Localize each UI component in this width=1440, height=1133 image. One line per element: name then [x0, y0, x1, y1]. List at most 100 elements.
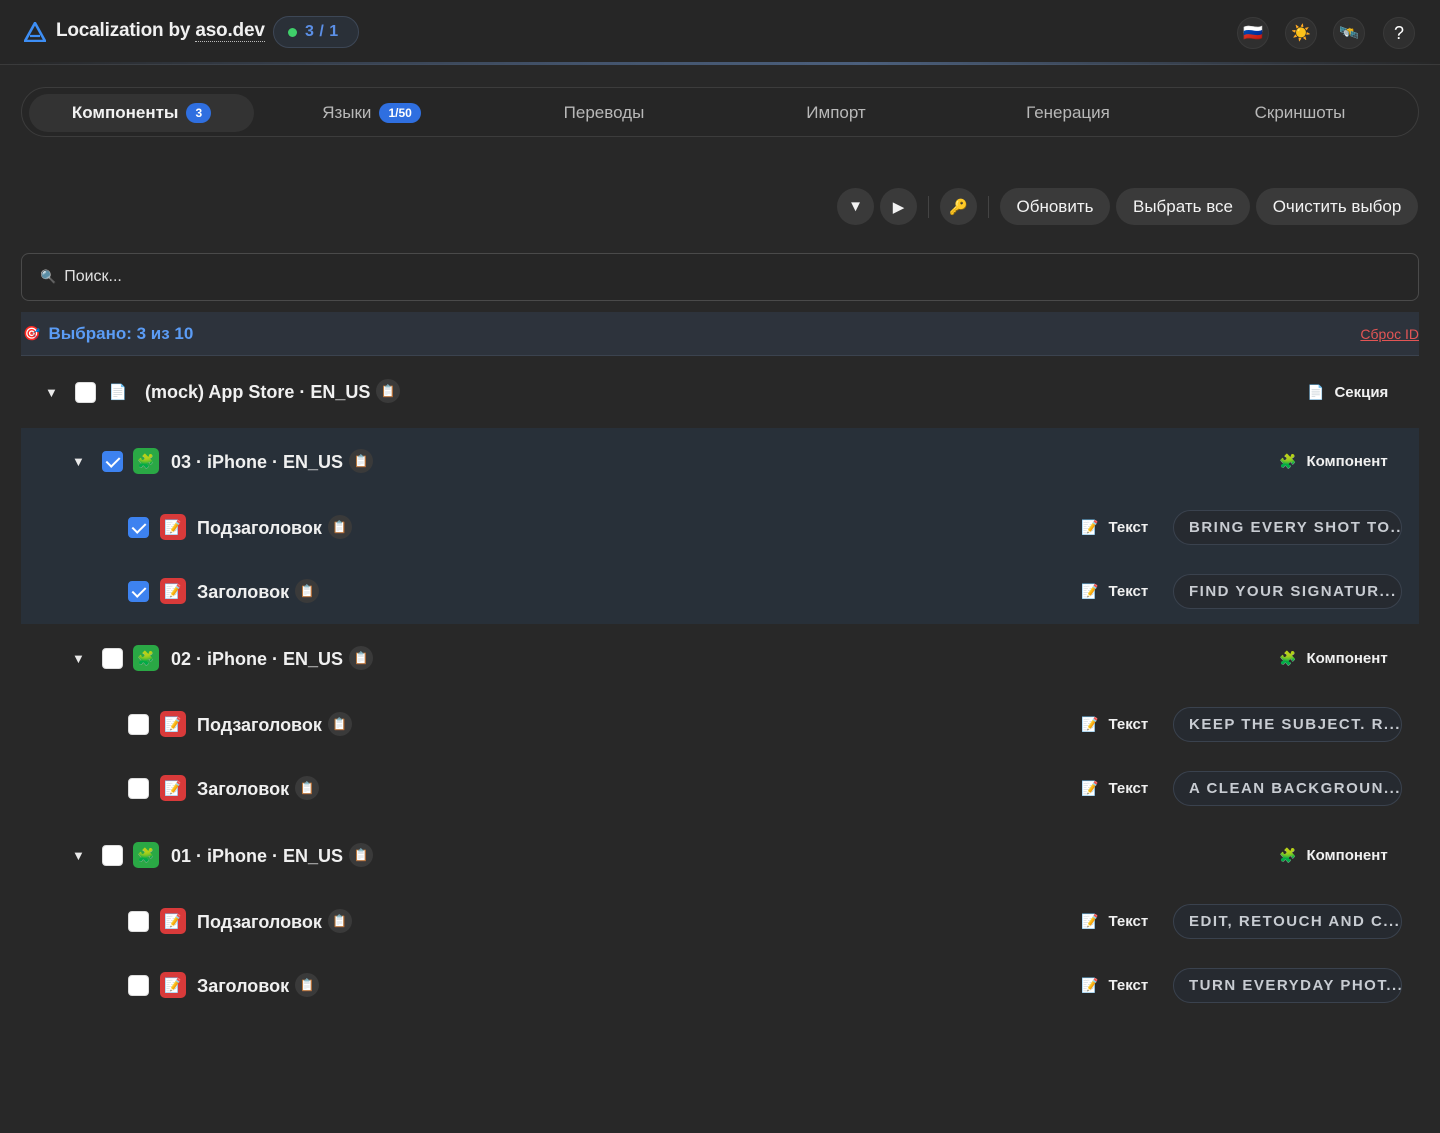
tree-component-row[interactable]: ▼ 🧩 03 · iPhone · EN_US 📋 🧩 Компонент	[21, 429, 1419, 493]
value-preview[interactable]: TURN EVERYDAY PHOT...	[1173, 968, 1402, 1003]
search-input[interactable]	[64, 268, 1265, 286]
component-checkbox[interactable]	[102, 451, 123, 472]
item-checkbox[interactable]	[128, 517, 149, 538]
tab-translations[interactable]: Переводы	[489, 94, 719, 132]
select-all-button[interactable]: Выбрать все	[1116, 188, 1250, 225]
selection-count: Выбрано: 3 из 10	[48, 323, 194, 343]
type-label: 🧩 Компонент	[1279, 847, 1388, 864]
status-counter[interactable]: 3 / 1	[273, 16, 359, 48]
header-progress-line	[0, 62, 1440, 65]
help-button[interactable]: ?	[1383, 17, 1415, 49]
refresh-button[interactable]: Обновить	[1000, 188, 1110, 225]
tree-item-row[interactable]: 📝 Подзаголовок 📋 📝 Текст BRING EVERY SHOT …	[21, 496, 1419, 560]
component-label-text: 01 · iPhone · EN_US	[171, 845, 344, 866]
tools-button[interactable]: 🛰️	[1333, 17, 1365, 49]
target-icon: 🎯	[23, 325, 41, 341]
type-label: 📄 Секция	[1307, 384, 1388, 401]
tab-import[interactable]: Импорт	[722, 94, 950, 132]
key-button[interactable]: 🔑	[940, 188, 977, 225]
item-checkbox[interactable]	[128, 975, 149, 996]
tab-generation[interactable]: Генерация	[953, 94, 1183, 132]
clipboard-icon[interactable]: 📋	[327, 712, 352, 736]
app-header: Localization by aso.dev 3 / 1 🇷🇺 ☀️ 🛰️ ?	[0, 0, 1440, 65]
type-label: 📝 Текст	[1081, 519, 1148, 536]
tree-item-row[interactable]: 📝 Подзаголовок 📋 📝 Текст KEEP THE SUBJECT.…	[21, 693, 1419, 757]
clipboard-icon[interactable]: 📋	[295, 973, 320, 997]
puzzle-icon: 🧩	[133, 645, 159, 671]
flag-icon: 🇷🇺	[1243, 25, 1263, 42]
component-checkbox[interactable]	[102, 845, 123, 866]
expand-arrow-icon[interactable]: ▼	[72, 454, 85, 469]
main-tabs: Компоненты 3 Языки 1/50 Переводы Импорт …	[21, 87, 1419, 137]
component-label: 02 · iPhone · EN_US 📋	[171, 646, 374, 672]
theme-toggle-button[interactable]: ☀️	[1285, 17, 1317, 49]
item-label-text: Подзаголовок	[197, 911, 322, 932]
item-label: Подзаголовок 📋	[197, 515, 352, 541]
tree-component-row[interactable]: ▼ 🧩 01 · iPhone · EN_US 📋 🧩 Компонент	[21, 823, 1419, 887]
value-preview[interactable]: BRING EVERY SHOT TO...	[1173, 510, 1402, 545]
help-icon: ?	[1393, 22, 1404, 43]
tab-badge: 3	[186, 103, 212, 123]
type-text: Текст	[1108, 583, 1149, 600]
type-text: Секция	[1334, 384, 1389, 401]
tree-component-row[interactable]: ▼ 🧩 02 · iPhone · EN_US 📋 🧩 Компонент	[21, 626, 1419, 690]
puzzle-icon: 🧩	[1279, 847, 1297, 863]
value-preview[interactable]: KEEP THE SUBJECT. R...	[1173, 707, 1402, 742]
clipboard-icon[interactable]: 📋	[349, 843, 374, 867]
item-checkbox[interactable]	[128, 778, 149, 799]
clipboard-icon[interactable]: 📋	[327, 909, 352, 933]
memo-icon: 📝	[1081, 977, 1099, 993]
clear-selection-button[interactable]: Очистить выбор	[1256, 188, 1418, 225]
component-label: 01 · iPhone · EN_US 📋	[171, 843, 374, 869]
item-label: Подзаголовок 📋	[197, 909, 352, 935]
component-label: 03 · iPhone · EN_US 📋	[171, 449, 374, 475]
item-label: Заголовок 📋	[197, 776, 320, 802]
clipboard-icon[interactable]: 📋	[327, 515, 352, 539]
status-dot	[288, 27, 297, 37]
language-flag-button[interactable]: 🇷🇺	[1237, 17, 1269, 49]
type-label: 📝 Текст	[1081, 716, 1148, 733]
tab-label: Переводы	[563, 103, 645, 122]
memo-icon: 📝	[1081, 913, 1099, 929]
clipboard-icon[interactable]: 📋	[349, 646, 374, 670]
key-icon: 🔑	[949, 198, 968, 216]
type-text: Текст	[1108, 519, 1149, 536]
section-checkbox[interactable]	[75, 382, 96, 403]
clipboard-icon[interactable]: 📋	[295, 776, 320, 800]
value-preview[interactable]: A CLEAN BACKGROUN...	[1173, 771, 1402, 806]
tree-item-row[interactable]: 📝 Заголовок 📋 📝 Текст FIND YOUR SIGNATUR..…	[21, 560, 1419, 624]
tree-item-row[interactable]: 📝 Заголовок 📋 📝 Текст A CLEAN BACKGROUN...	[21, 757, 1419, 821]
expand-arrow-icon[interactable]: ▼	[45, 385, 58, 400]
app-title-link[interactable]: aso.dev	[195, 20, 265, 42]
tab-components[interactable]: Компоненты 3	[29, 94, 254, 132]
component-label-text: 02 · iPhone · EN_US	[171, 648, 344, 669]
expand-arrow-icon[interactable]: ▼	[72, 651, 85, 666]
clipboard-icon[interactable]: 📋	[295, 579, 320, 603]
memo-icon: 📝	[160, 578, 186, 604]
item-checkbox[interactable]	[128, 714, 149, 735]
component-checkbox[interactable]	[102, 648, 123, 669]
value-preview[interactable]: FIND YOUR SIGNATUR...	[1173, 574, 1402, 609]
expand-all-button[interactable]: ▶	[880, 188, 917, 225]
memo-icon: 📝	[1081, 780, 1099, 796]
type-label: 📝 Текст	[1081, 780, 1148, 797]
memo-icon: 📝	[160, 775, 186, 801]
item-label-text: Заголовок	[197, 778, 290, 799]
item-checkbox[interactable]	[128, 911, 149, 932]
puzzle-icon: 🧩	[1279, 650, 1297, 666]
tab-label: Импорт	[806, 103, 866, 122]
tree-item-row[interactable]: 📝 Заголовок 📋 📝 Текст TURN EVERYDAY PHOT..…	[21, 954, 1419, 1018]
collapse-all-button[interactable]: ▼	[837, 188, 874, 225]
reset-id-link[interactable]: Сброс ID	[1360, 326, 1419, 342]
app-title-text: Localization by	[56, 20, 196, 41]
clipboard-icon[interactable]: 📋	[349, 449, 374, 473]
item-checkbox[interactable]	[128, 581, 149, 602]
tab-languages[interactable]: Языки 1/50	[259, 94, 484, 132]
tree-item-row[interactable]: 📝 Подзаголовок 📋 📝 Текст EDIT, RETOUCH AND…	[21, 890, 1419, 954]
expand-arrow-icon[interactable]: ▼	[72, 848, 85, 863]
search-icon: 🔍	[40, 269, 57, 284]
value-preview[interactable]: EDIT, RETOUCH AND C...	[1173, 904, 1402, 939]
clipboard-icon[interactable]: 📋	[376, 379, 401, 403]
tree-section-row[interactable]: ▼ 📄 (mock) App Store · EN_US 📋 📄 Секция	[21, 360, 1419, 424]
tab-screenshots[interactable]: Скриншоты	[1185, 94, 1415, 132]
